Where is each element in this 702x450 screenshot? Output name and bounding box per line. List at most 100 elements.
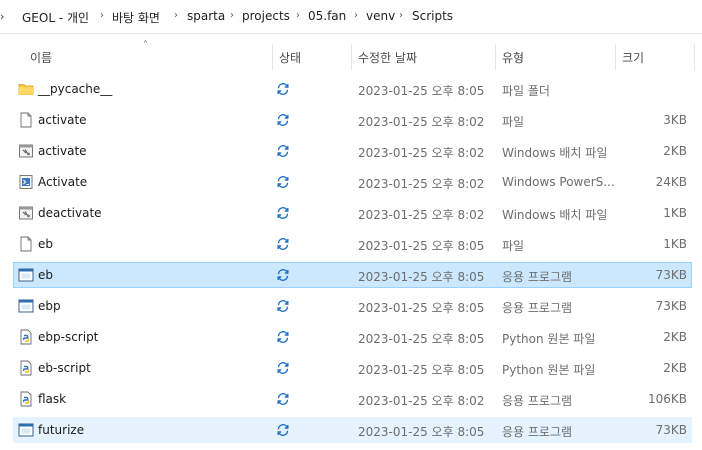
chevron-right-icon[interactable]: › — [296, 10, 300, 21]
breadcrumb-item-sparta[interactable]: sparta — [187, 9, 225, 23]
python-file-icon — [18, 329, 34, 345]
file-type: Windows PowerS... — [502, 175, 615, 189]
python-file-icon — [18, 360, 34, 376]
breadcrumb: › GEOL - 개인 › 바탕 화면 › sparta › projects … — [0, 0, 702, 34]
column-header-name[interactable]: 이름 — [30, 49, 52, 66]
file-type: Python 원본 파일 — [502, 363, 596, 377]
file-type: 파일 — [502, 115, 525, 129]
breadcrumb-item-projects[interactable]: projects — [242, 9, 290, 23]
file-size: 73KB — [655, 299, 687, 313]
application-icon — [18, 267, 34, 283]
file-type: 응용 프로그램 — [502, 425, 573, 439]
file-size: 2KB — [663, 361, 687, 375]
file-row[interactable]: eb-script 2023-01-25 오후 8:05 Python 원본 파일 2… — [13, 355, 692, 381]
file-modified-date: 2023-01-25 오후 8:05 — [358, 84, 485, 98]
column-header-type[interactable]: 유형 — [502, 49, 524, 66]
file-modified-date: 2023-01-25 오후 8:05 — [358, 239, 485, 253]
sync-status-icon — [276, 330, 290, 344]
file-modified-date: 2023-01-25 오후 8:02 — [358, 208, 485, 222]
chevron-right-icon[interactable]: › — [354, 10, 358, 21]
sync-status-icon — [276, 268, 290, 282]
sync-status-icon — [276, 237, 290, 251]
column-header-modified[interactable]: 수정한 날짜 — [358, 49, 417, 66]
sync-status-icon — [276, 299, 290, 313]
sync-status-icon — [276, 113, 290, 127]
file-name: Activate — [38, 175, 88, 189]
chevron-right-icon[interactable]: › — [0, 10, 4, 23]
python-file-icon — [18, 391, 34, 407]
file-name: eb — [38, 268, 53, 282]
breadcrumb-item-geol[interactable]: GEOL - 개인 — [22, 9, 89, 26]
sync-status-icon — [276, 82, 290, 96]
file-name: eb-script — [38, 361, 91, 375]
file-row[interactable]: futurize 2023-01-25 오후 8:05 응용 프로그램 73KB — [13, 417, 692, 443]
breadcrumb-item-05fan[interactable]: 05.fan — [308, 9, 346, 23]
file-row[interactable]: eb 2023-01-25 오후 8:05 응용 프로그램 73KB — [13, 262, 692, 288]
file-row[interactable]: __pycache__ 2023-01-25 오후 8:05 파일 폴더 — [13, 76, 692, 102]
file-modified-date: 2023-01-25 오후 8:05 — [358, 332, 485, 346]
sync-status-icon — [276, 423, 290, 437]
breadcrumb-item-desktop[interactable]: 바탕 화면 — [112, 9, 160, 26]
file-size: 73KB — [655, 268, 687, 282]
batch-file-icon — [18, 143, 34, 159]
file-row[interactable]: activate 2023-01-25 오후 8:02 Windows 배치 파일 2… — [13, 138, 692, 164]
file-size: 2KB — [663, 144, 687, 158]
powershell-script-icon — [18, 174, 34, 190]
file-type: Windows 배치 파일 — [502, 146, 608, 160]
file-row[interactable]: activate 2023-01-25 오후 8:02 파일 3KB — [13, 107, 692, 133]
column-divider[interactable] — [495, 44, 496, 70]
application-icon — [18, 298, 34, 314]
application-icon — [18, 422, 34, 438]
file-row[interactable]: flask 2023-01-25 오후 8:02 응용 프로그램 106KB — [13, 386, 692, 412]
chevron-right-icon[interactable]: › — [230, 10, 234, 21]
breadcrumb-item-venv[interactable]: venv — [366, 9, 395, 23]
column-divider[interactable] — [272, 44, 273, 70]
file-type: Python 원본 파일 — [502, 332, 596, 346]
chevron-right-icon[interactable]: › — [100, 10, 104, 21]
file-name: activate — [38, 113, 87, 127]
file-name: ebp — [38, 299, 61, 313]
file-size: 1KB — [663, 206, 687, 220]
file-row[interactable]: deactivate 2023-01-25 오후 8:02 Windows 배치 파… — [13, 200, 692, 226]
column-divider[interactable] — [615, 44, 616, 70]
file-modified-date: 2023-01-25 오후 8:05 — [358, 363, 485, 377]
file-size: 3KB — [663, 113, 687, 127]
file-type: 파일 폴더 — [502, 84, 550, 98]
file-row[interactable]: ebp 2023-01-25 오후 8:05 응용 프로그램 73KB — [13, 293, 692, 319]
file-name: flask — [38, 392, 67, 406]
chevron-right-icon[interactable]: › — [399, 10, 403, 21]
breadcrumb-item-scripts[interactable]: Scripts — [412, 9, 453, 23]
file-name: deactivate — [38, 206, 102, 220]
file-type: 파일 — [502, 239, 525, 253]
file-type: 응용 프로그램 — [502, 301, 573, 315]
column-divider[interactable] — [351, 44, 352, 70]
file-size: 24KB — [655, 175, 687, 189]
column-divider[interactable] — [694, 44, 695, 70]
batch-file-icon — [18, 205, 34, 221]
folder-icon — [18, 81, 34, 97]
file-name: eb — [38, 237, 53, 251]
sync-status-icon — [276, 175, 290, 189]
file-icon — [18, 236, 34, 252]
file-modified-date: 2023-01-25 오후 8:02 — [358, 394, 485, 408]
file-size: 106KB — [647, 392, 687, 406]
file-modified-date: 2023-01-25 오후 8:02 — [358, 115, 485, 129]
file-name: ebp-script — [38, 330, 99, 344]
file-row[interactable]: eb 2023-01-25 오후 8:05 파일 1KB — [13, 231, 692, 257]
file-modified-date: 2023-01-25 오후 8:02 — [358, 177, 485, 191]
file-size: 1KB — [663, 237, 687, 251]
file-name: __pycache__ — [38, 82, 113, 96]
file-name: activate — [38, 144, 87, 158]
column-header-size[interactable]: 크기 — [622, 49, 644, 66]
column-header-status[interactable]: 상태 — [279, 49, 301, 66]
sort-ascending-icon: ˄ — [143, 40, 148, 51]
file-modified-date: 2023-01-25 오후 8:05 — [358, 270, 485, 284]
file-type: 응용 프로그램 — [502, 270, 573, 284]
file-row[interactable]: ebp-script 2023-01-25 오후 8:05 Python 원본 파일… — [13, 324, 692, 350]
file-modified-date: 2023-01-25 오후 8:05 — [358, 425, 485, 439]
sync-status-icon — [276, 361, 290, 375]
file-size: 73KB — [655, 423, 687, 437]
file-row[interactable]: Activate 2023-01-25 오후 8:02 Windows PowerS… — [13, 169, 692, 195]
chevron-right-icon[interactable]: › — [174, 10, 178, 21]
file-icon — [18, 112, 34, 128]
